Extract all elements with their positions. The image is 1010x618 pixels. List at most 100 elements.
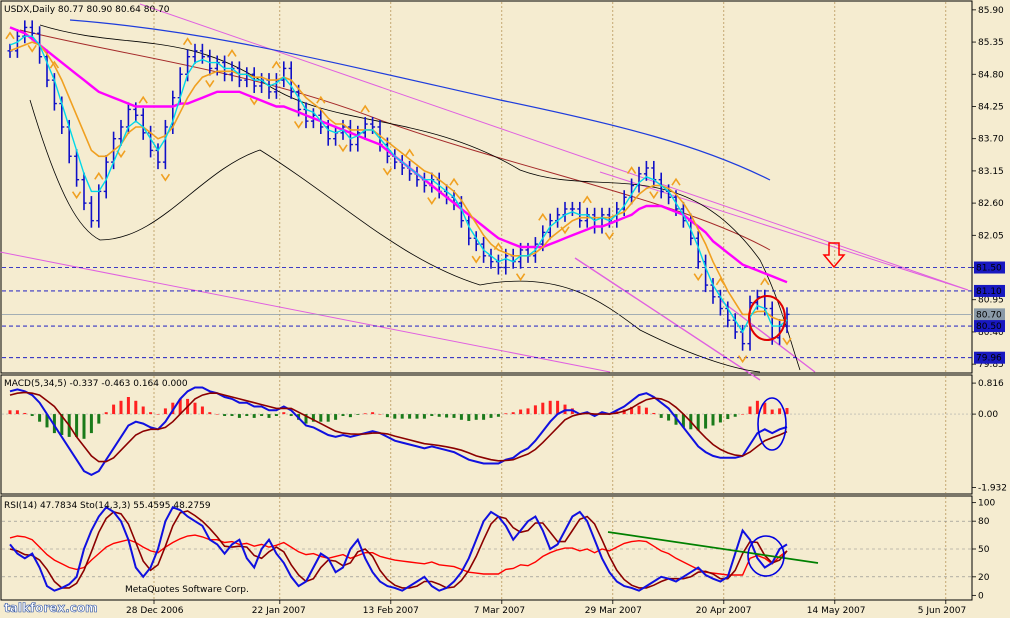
price-tick-label-4: 83.70 [978, 135, 1004, 145]
macd-histogram-bar-62 [467, 414, 471, 421]
time-tick-label-7: 5 Jun 2007 [918, 606, 966, 616]
macd-histogram-bar-85 [637, 405, 641, 415]
macd-histogram-bar-68 [511, 412, 515, 415]
macd-histogram-bar-25 [193, 402, 197, 415]
macd-histogram-bar-95 [711, 414, 715, 426]
macd-histogram-bar-69 [519, 409, 523, 415]
macd-histogram-bar-10 [82, 414, 86, 439]
macd-histogram-bar-100 [748, 406, 752, 415]
price-tick-label-7: 82.05 [978, 231, 1004, 241]
macd-histogram-bar-0 [8, 410, 12, 415]
time-tick-label-6: 14 May 2007 [807, 606, 866, 616]
price-tick-label-9: 80.95 [978, 296, 1004, 306]
watermark-copyright: MetaQuotes Software Corp. [125, 585, 249, 595]
macd-histogram-bar-12 [97, 414, 101, 424]
level-label-2: 80.70 [976, 310, 1002, 320]
macd-histogram-bar-74 [556, 400, 560, 415]
macd-histogram-bar-20 [156, 414, 160, 415]
macd-tick-label-2: -1.932 [978, 484, 1007, 494]
macd-histogram-bar-61 [459, 414, 463, 420]
macd-panel-header: MACD(5,34,5) -0.337 -0.463 0.164 0.000 [4, 379, 188, 389]
level-label-1: 81.10 [976, 287, 1002, 297]
macd-histogram-bar-19 [149, 412, 153, 415]
macd-histogram-bar-64 [482, 414, 486, 420]
time-tick-label-1: 22 Jan 2007 [252, 606, 306, 616]
macd-histogram-bar-47 [356, 414, 360, 415]
time-tick-label-4: 29 Mar 2007 [585, 606, 642, 616]
macd-histogram-bar-1 [15, 410, 19, 415]
macd-histogram-bar-26 [200, 406, 204, 415]
time-tick-label-2: 13 Feb 2007 [363, 606, 419, 616]
macd-histogram-bar-88 [659, 414, 663, 418]
watermark-brand: talkforex.com [4, 601, 98, 615]
price-tick-label-3: 84.25 [978, 102, 1004, 112]
osc-tick-label-2: 50 [978, 545, 990, 555]
level-label-4: 79.96 [976, 354, 1002, 364]
macd-histogram-bar-87 [652, 412, 656, 415]
price-tick-label-6: 82.60 [978, 199, 1004, 209]
macd-tick-label-1: 0.00 [978, 410, 998, 420]
macd-histogram-bar-27 [208, 412, 212, 415]
macd-histogram-bar-102 [763, 402, 767, 415]
time-tick-label-3: 7 Mar 2007 [474, 606, 525, 616]
price-tick-label-1: 85.35 [978, 38, 1004, 48]
price-tick-label-0: 85.90 [978, 6, 1004, 16]
macd-histogram-bar-34 [260, 414, 264, 416]
osc-tick-label-4: 0 [978, 591, 984, 601]
macd-histogram-bar-38 [289, 414, 293, 416]
macd-histogram-bar-67 [504, 413, 508, 415]
macd-histogram-bar-72 [541, 402, 545, 415]
price-tick-label-5: 83.15 [978, 167, 1004, 177]
macd-histogram-bar-44 [334, 414, 338, 420]
macd-histogram-bar-94 [704, 414, 708, 429]
osc-panel-header: RSI(14) 47.7834 Sto(14,3,3) 55.4595 48.2… [4, 501, 211, 511]
macd-histogram-bar-31 [237, 414, 241, 418]
macd-histogram-bar-37 [282, 412, 286, 415]
macd-histogram-bar-35 [267, 414, 271, 418]
macd-histogram-bar-48 [363, 413, 367, 415]
osc-tick-label-3: 20 [978, 573, 990, 583]
macd-histogram-bar-45 [341, 414, 345, 416]
macd-histogram-bar-86 [644, 407, 648, 415]
macd-histogram-bar-49 [371, 412, 375, 415]
macd-histogram-bar-17 [134, 400, 138, 415]
macd-histogram-bar-101 [755, 400, 759, 415]
macd-histogram-bar-21 [163, 408, 167, 415]
macd-histogram-bar-70 [526, 408, 530, 415]
macd-histogram-bar-63 [474, 414, 478, 420]
macd-histogram-bar-14 [112, 404, 116, 415]
macd-histogram-bar-4 [38, 414, 42, 422]
macd-tick-label-0: 0.816 [978, 379, 1004, 389]
macd-histogram-bar-16 [126, 397, 130, 415]
macd-histogram-bar-13 [104, 412, 108, 415]
macd-histogram-bar-18 [141, 406, 145, 415]
macd-histogram-bar-11 [89, 414, 93, 434]
osc-tick-label-0: 100 [978, 499, 995, 509]
macd-histogram-bar-53 [400, 414, 404, 419]
macd-histogram-bar-96 [718, 414, 722, 423]
level-label-3: 80.50 [976, 322, 1002, 332]
osc-tick-label-1: 80 [978, 517, 990, 527]
macd-histogram-bar-28 [215, 414, 219, 415]
macd-histogram-bar-3 [30, 414, 34, 416]
macd-histogram-bar-51 [385, 414, 389, 418]
macd-histogram-bar-50 [378, 414, 382, 415]
macd-histogram-bar-55 [415, 414, 419, 419]
macd-histogram-bar-60 [452, 414, 456, 418]
price-tick-label-2: 84.80 [978, 70, 1004, 80]
time-tick-label-0: 28 Dec 2006 [126, 606, 184, 616]
macd-histogram-bar-42 [319, 414, 323, 422]
macd-histogram-bar-66 [496, 414, 500, 417]
macd-histogram-bar-105 [785, 408, 789, 415]
macd-histogram-bar-9 [75, 414, 79, 437]
macd-histogram-bar-36 [274, 414, 278, 416]
macd-histogram-bar-33 [252, 414, 256, 418]
macd-histogram-bar-103 [770, 409, 774, 415]
macd-histogram-bar-59 [445, 414, 449, 418]
macd-histogram-bar-30 [230, 414, 234, 416]
macd-histogram-bar-71 [533, 405, 537, 415]
time-tick-label-5: 20 Apr 2007 [696, 606, 752, 616]
macd-histogram-bar-46 [348, 414, 352, 418]
macd-histogram-bar-29 [223, 414, 227, 416]
macd-histogram-bar-98 [733, 414, 737, 417]
